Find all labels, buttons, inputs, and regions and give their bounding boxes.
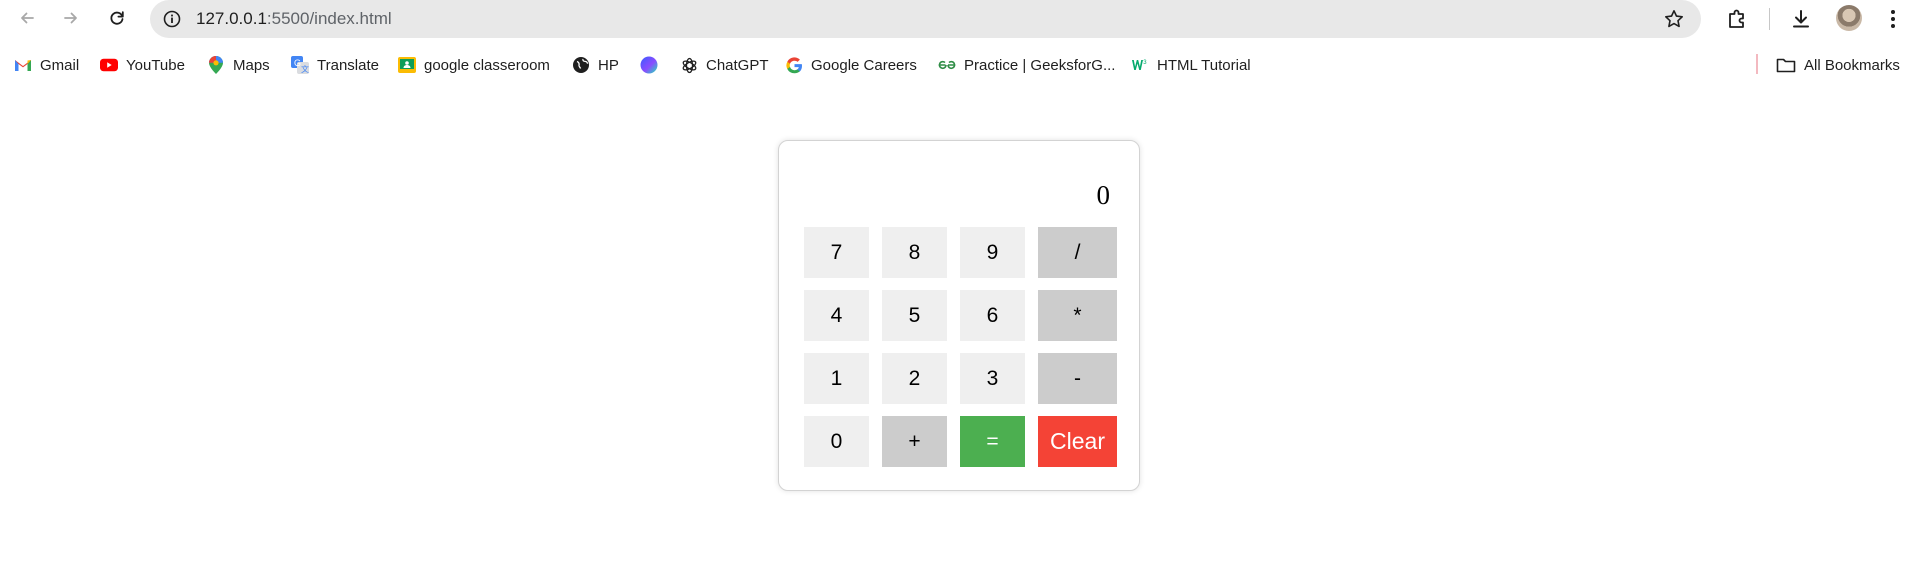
clear-button[interactable]: Clear (1038, 416, 1117, 467)
svg-text:文: 文 (301, 64, 309, 74)
bookmark-label: Translate (317, 56, 379, 74)
bookmarks-bar: Gmail YouTube Maps G 文 Translate google … (0, 48, 1919, 82)
extensions-icon (1729, 9, 1744, 28)
reload-button[interactable] (103, 4, 131, 32)
bookmark-label: YouTube (126, 56, 185, 74)
key-8[interactable]: 8 (882, 227, 947, 278)
bookmark-google-classroom[interactable]: google classeroom (398, 48, 550, 82)
all-bookmarks-label: All Bookmarks (1804, 56, 1900, 74)
download-icon (1793, 10, 1809, 28)
key-4[interactable]: 4 (804, 290, 869, 341)
extensions-button[interactable] (1724, 6, 1750, 32)
key-multiply[interactable]: * (1038, 290, 1117, 341)
bookmark-label: Maps (233, 56, 270, 74)
google-icon (785, 56, 803, 74)
key-0[interactable]: 0 (804, 416, 869, 467)
translate-icon: G 文 (291, 56, 309, 74)
bookmark-label: google classeroom (424, 56, 550, 74)
classroom-icon (398, 56, 416, 74)
blue-circle-icon (640, 56, 658, 74)
bookmark-label: HP (598, 56, 619, 74)
browser-menu-button[interactable] (1880, 6, 1906, 32)
gmail-icon (14, 56, 32, 74)
address-bar[interactable]: 127.0.0.1:5500/index.html (150, 0, 1701, 38)
forward-button[interactable] (57, 4, 85, 32)
svg-text:G: G (294, 58, 301, 68)
bookmark-geeksforgeeks[interactable]: Practice | GeeksforG... (938, 48, 1115, 82)
bookmark-label: HTML Tutorial (1157, 56, 1251, 74)
url-text[interactable]: 127.0.0.1:5500/index.html (196, 9, 392, 29)
youtube-icon (100, 56, 118, 74)
key-9[interactable]: 9 (960, 227, 1025, 278)
folder-icon (1776, 56, 1796, 74)
calculator: 0 7 8 9 / 4 5 6 * 1 2 3 - 0 + = Clear (778, 140, 1140, 491)
key-equals[interactable]: = (960, 416, 1025, 467)
key-3[interactable]: 3 (960, 353, 1025, 404)
bookmark-label: Google Careers (811, 56, 917, 74)
key-add[interactable]: + (882, 416, 947, 467)
back-arrow-icon (21, 12, 34, 24)
key-7[interactable]: 7 (804, 227, 869, 278)
all-bookmarks-button[interactable]: All Bookmarks (1776, 48, 1900, 82)
geeksforgeeks-icon (938, 56, 956, 74)
bookmark-google-careers[interactable]: Google Careers (785, 48, 917, 82)
browser-toolbar: 127.0.0.1:5500/index.html (0, 0, 1919, 38)
forward-arrow-icon (64, 12, 77, 24)
key-subtract[interactable]: - (1038, 353, 1117, 404)
bookmark-youtube[interactable]: YouTube (100, 48, 185, 82)
w3schools-icon: 3 (1131, 56, 1149, 74)
back-button[interactable] (13, 4, 41, 32)
globe-icon (572, 56, 590, 74)
key-1[interactable]: 1 (804, 353, 869, 404)
url-host: 127.0.0.1 (196, 9, 267, 28)
bookmark-maps[interactable]: Maps (207, 48, 270, 82)
bookmark-gmail[interactable]: Gmail (14, 48, 79, 82)
bookmark-hp[interactable]: HP (572, 48, 619, 82)
bookmark-chatgpt[interactable]: ChatGPT (680, 48, 769, 82)
key-5[interactable]: 5 (882, 290, 947, 341)
bookmark-translate[interactable]: G 文 Translate (291, 48, 379, 82)
key-divide[interactable]: / (1038, 227, 1117, 278)
profile-avatar[interactable] (1836, 5, 1862, 31)
kebab-menu-icon (1891, 10, 1895, 28)
key-2[interactable]: 2 (882, 353, 947, 404)
chatgpt-icon (680, 56, 698, 74)
toolbar-divider (1769, 8, 1770, 30)
maps-icon (207, 56, 225, 74)
star-icon[interactable] (1663, 8, 1685, 30)
bookmark-label: Practice | GeeksforG... (964, 56, 1116, 74)
bookmark-label: Gmail (40, 56, 80, 74)
bookmark-html-tutorial[interactable]: 3 HTML Tutorial (1131, 48, 1251, 82)
bookmarks-divider (1756, 54, 1758, 74)
url-path: :5500/index.html (266, 9, 392, 28)
calculator-display: 0 (1096, 180, 1111, 210)
downloads-button[interactable] (1788, 6, 1814, 32)
bookmark-unnamed[interactable] (640, 48, 666, 82)
svg-text:3: 3 (1143, 60, 1147, 66)
info-icon[interactable] (162, 9, 182, 29)
reload-icon (110, 11, 124, 25)
key-6[interactable]: 6 (960, 290, 1025, 341)
bookmark-label: ChatGPT (706, 56, 769, 74)
